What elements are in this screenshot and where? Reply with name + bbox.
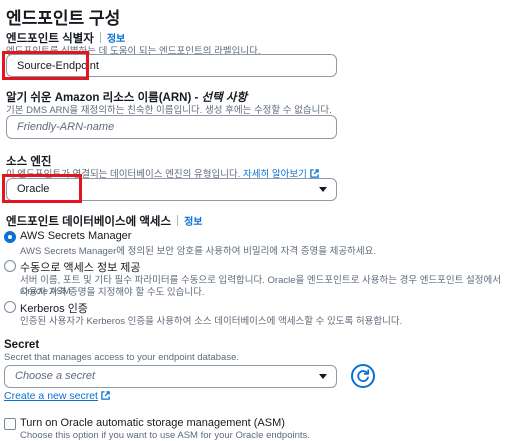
option-secrets-manager-description: AWS Secrets Manager에 정의된 보안 암호를 사용하여 비밀리… (20, 246, 377, 257)
access-label: 엔드포인트 데이터베이스에 액세스 (6, 216, 172, 228)
secret-label: Secret (4, 339, 40, 351)
caret-down-icon (319, 187, 327, 192)
access-label-row: 엔드포인트 데이터베이스에 액세스 정보 (6, 213, 203, 229)
option-manual-description-line2: 사용자 자격 증명을 지정해야 할 수도 있습니다. (20, 287, 205, 298)
divider (177, 215, 179, 226)
asm-label[interactable]: Turn on Oracle automatic storage managem… (20, 417, 285, 429)
access-info-link[interactable]: 정보 (184, 217, 202, 228)
external-link-icon (101, 391, 110, 400)
refresh-icon (357, 369, 370, 382)
page-title: 엔드포인트 구성 (6, 9, 121, 28)
arn-description: 기본 DMS ARN을 재정의하는 친숙한 이름입니다. 생성 후에는 수정할 … (6, 105, 332, 116)
option-kerberos-description: 인증된 사용자가 Kerberos 인증을 사용하여 소스 데이터베이스에 액세… (20, 316, 403, 327)
secret-description: Secret that manages access to your endpo… (4, 352, 240, 363)
option-secrets-manager-title[interactable]: AWS Secrets Manager (20, 230, 131, 242)
divider (99, 32, 101, 43)
radio-kerberos[interactable] (4, 301, 16, 313)
external-link-icon (310, 169, 319, 178)
create-secret-link[interactable]: Create a new secret (4, 390, 110, 402)
radio-manual-access[interactable] (4, 260, 16, 272)
secret-placeholder: Choose a secret (15, 370, 96, 382)
create-secret-label: Create a new secret (4, 390, 98, 402)
arn-placeholder: Friendly-ARN-name (17, 121, 115, 133)
asm-description: Choose this option if you want to use AS… (20, 430, 310, 441)
asm-checkbox[interactable] (4, 418, 16, 430)
secret-select[interactable]: Choose a secret (4, 365, 337, 388)
identifier-highlight-box (2, 51, 89, 80)
radio-secrets-manager[interactable] (4, 231, 16, 243)
arn-input[interactable]: Friendly-ARN-name (6, 115, 337, 139)
refresh-button[interactable] (351, 364, 375, 388)
source-engine-highlight-box (2, 174, 82, 203)
caret-down-icon (319, 374, 327, 379)
